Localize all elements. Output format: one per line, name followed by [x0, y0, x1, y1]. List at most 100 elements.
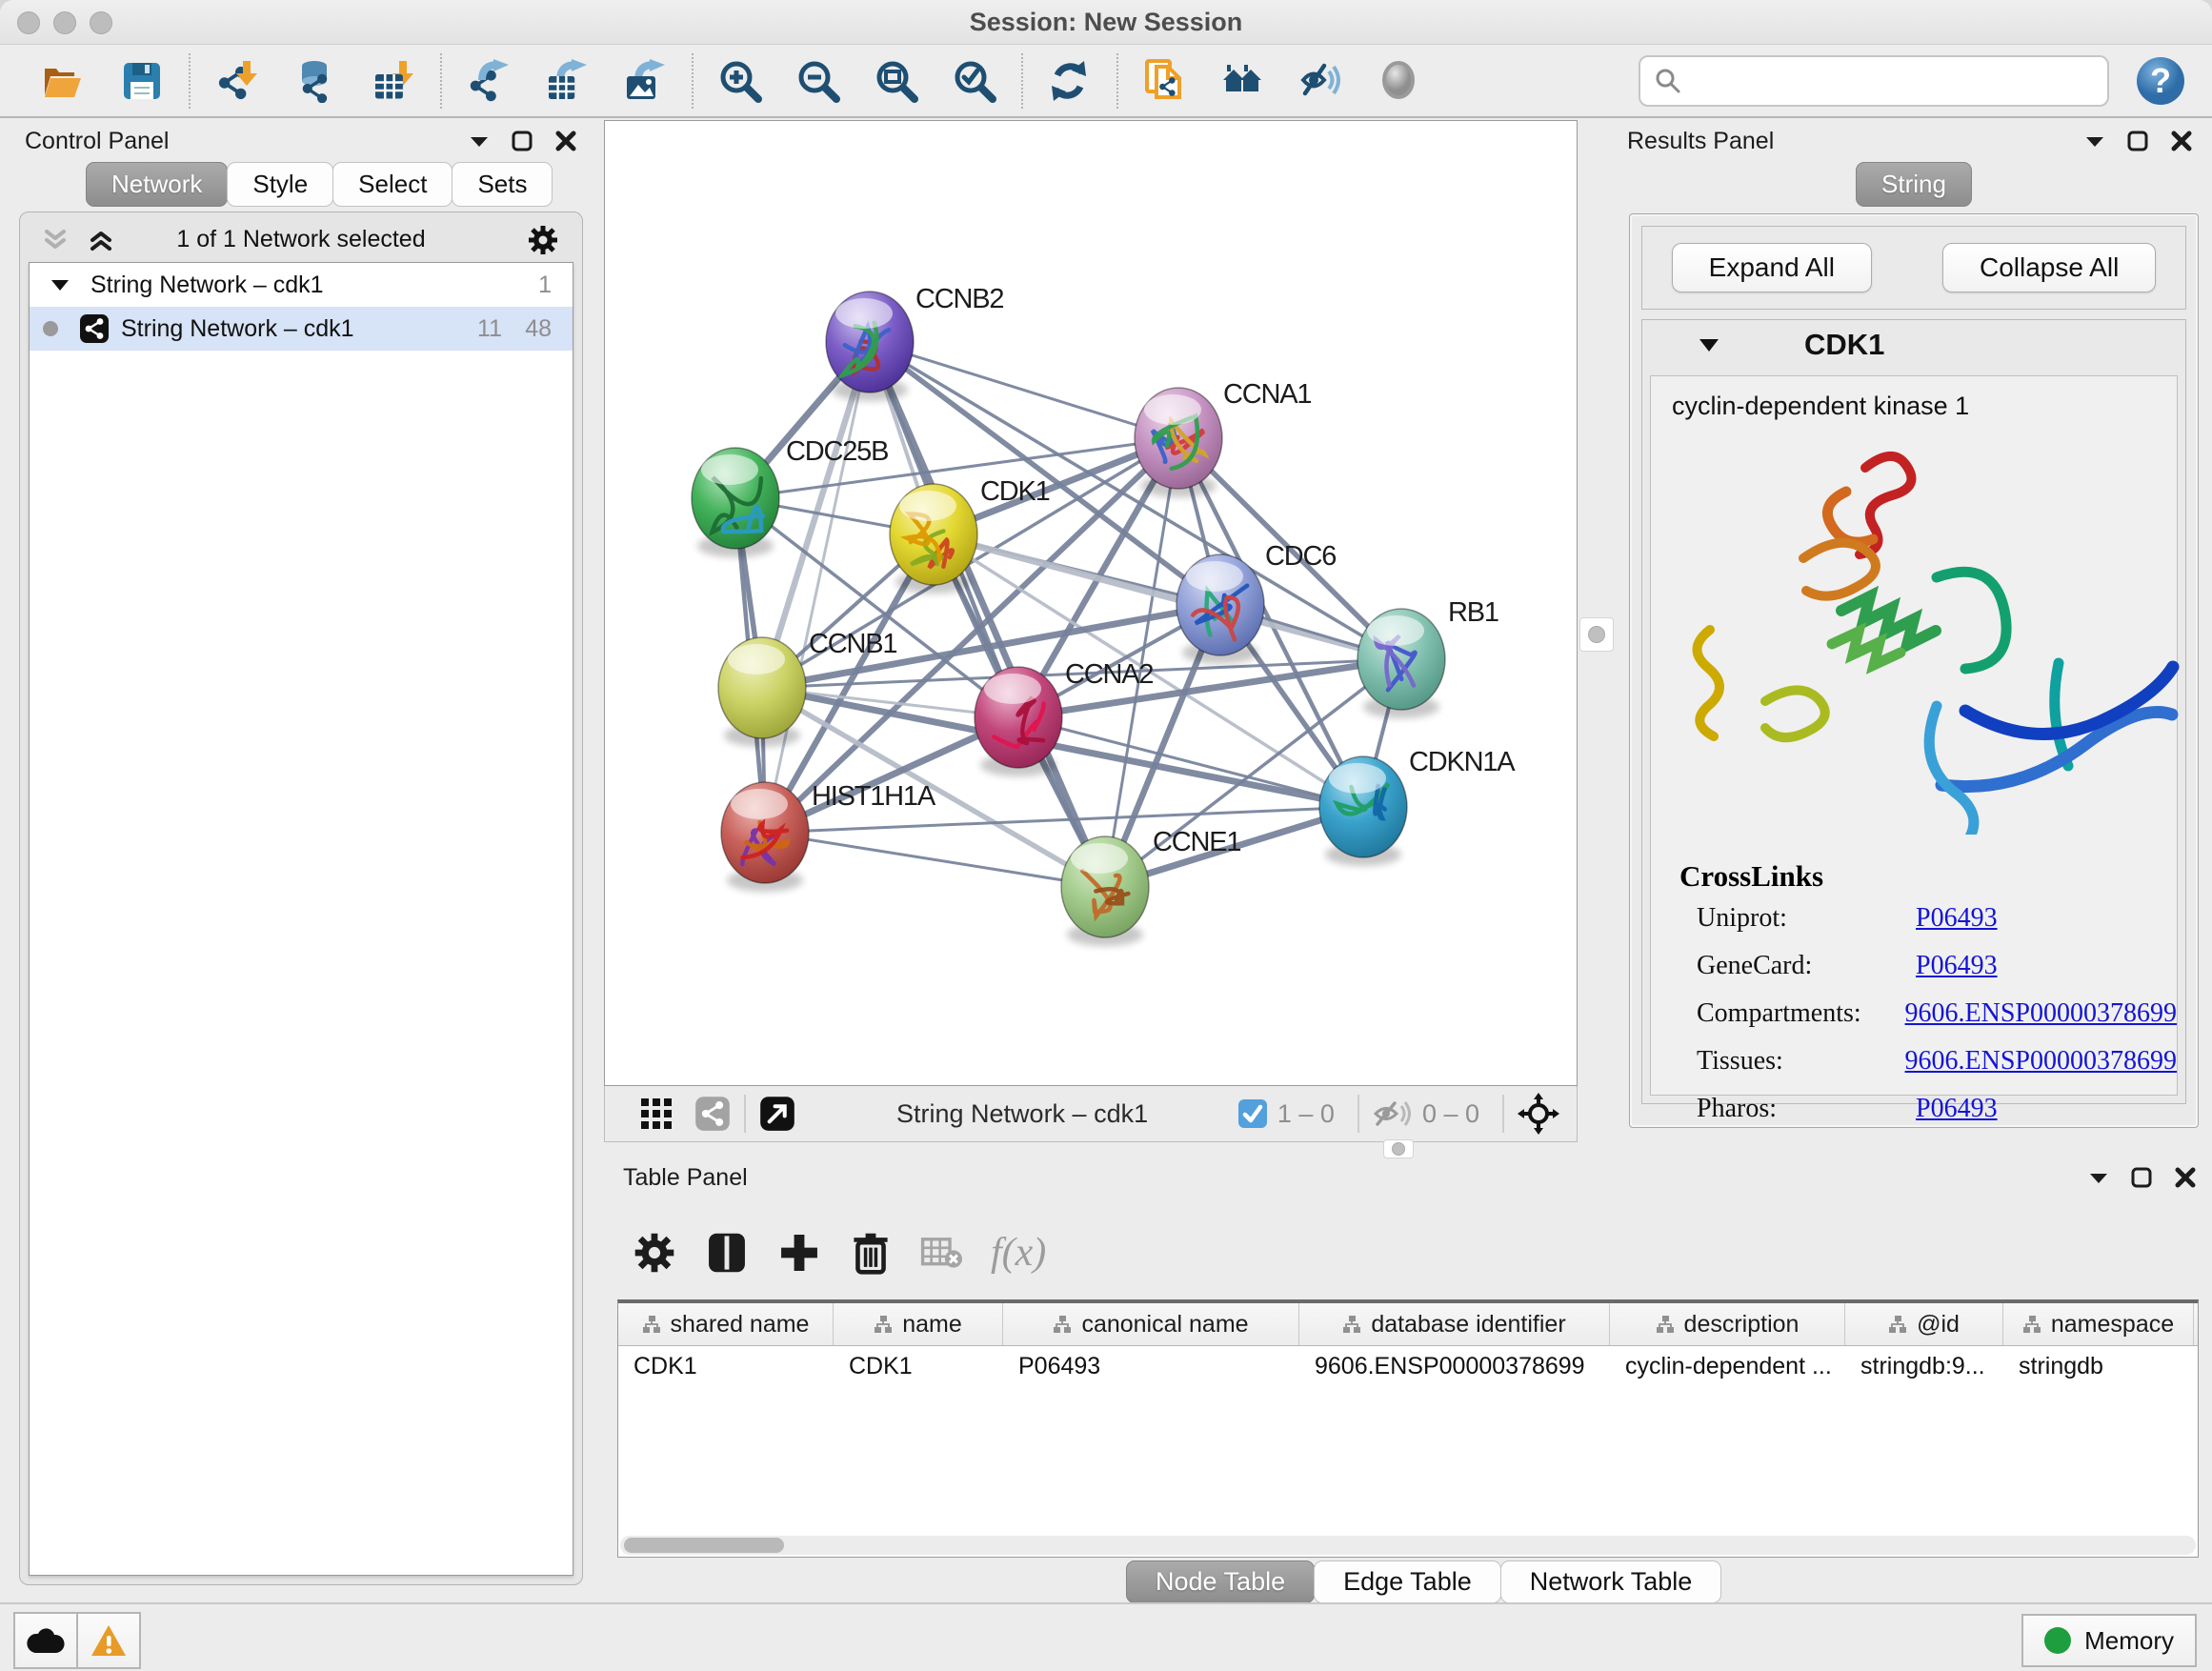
- float-panel-icon[interactable]: [2126, 130, 2149, 152]
- crosslink-row: GeneCard: P06493: [1697, 951, 2177, 981]
- column-header-@id[interactable]: @id: [1845, 1303, 2003, 1345]
- crosslink-link[interactable]: 9606.ENSP00000378699: [1905, 1046, 2177, 1077]
- crosslink-link[interactable]: P06493: [1916, 1094, 1998, 1124]
- export-network-button[interactable]: [450, 50, 528, 111]
- table-horizontal-scrollbar[interactable]: [620, 1536, 2196, 1555]
- tab-network[interactable]: Network: [86, 162, 228, 207]
- tab-network-table[interactable]: Network Table: [1500, 1560, 1722, 1603]
- hide-show-button[interactable]: [1282, 50, 1360, 111]
- column-label: description: [1684, 1311, 1800, 1339]
- vertical-splitter[interactable]: [1578, 120, 1619, 1141]
- edge-CCNB2-CCNA1[interactable]: [870, 342, 1178, 438]
- export-image-icon: [623, 59, 667, 103]
- import-network-from-database-button[interactable]: [276, 50, 354, 111]
- search-input[interactable]: [1692, 65, 2094, 96]
- home-view-icon: [1221, 59, 1265, 103]
- panel-menu-icon[interactable]: [2088, 1171, 2109, 1184]
- float-panel-icon[interactable]: [2130, 1166, 2153, 1189]
- tab-style[interactable]: Style: [227, 162, 333, 207]
- zoom-selected-button[interactable]: [935, 50, 1014, 111]
- crosslink-link[interactable]: P06493: [1916, 903, 1998, 934]
- column-header-database-identifier[interactable]: database identifier: [1299, 1303, 1610, 1345]
- save-session-button[interactable]: [103, 50, 181, 111]
- search-box[interactable]: [1639, 55, 2109, 107]
- table-settings-gear-icon[interactable]: [633, 1231, 676, 1275]
- protein-description: cyclin-dependent kinase 1: [1651, 376, 2177, 421]
- selected-checkbox-icon[interactable]: [1237, 1098, 1268, 1129]
- network-options-gear-icon[interactable]: [527, 224, 559, 256]
- table-cell[interactable]: cyclin-dependent ...: [1610, 1346, 1845, 1388]
- horizontal-splitter-grip[interactable]: [1383, 1139, 1414, 1158]
- tab-select[interactable]: Select: [332, 162, 452, 207]
- zoom-in-icon: [718, 59, 762, 103]
- panel-menu-icon[interactable]: [2084, 134, 2105, 148]
- node-CCNB2[interactable]: CCNB2: [826, 284, 1003, 401]
- tab-edge-table[interactable]: Edge Table: [1314, 1560, 1501, 1603]
- close-panel-icon[interactable]: [2174, 1166, 2197, 1189]
- zoom-fit-button[interactable]: [857, 50, 935, 111]
- crosslink-label: Tissues:: [1697, 1046, 1905, 1077]
- create-column-plus-icon[interactable]: [777, 1231, 821, 1275]
- expand-all-button[interactable]: Expand All: [1672, 243, 1872, 292]
- table-cell[interactable]: stringdb:9...: [1845, 1346, 2003, 1388]
- table-cell[interactable]: CDK1: [618, 1346, 834, 1388]
- zoom-in-button[interactable]: [701, 50, 779, 111]
- import-table-from-file-button[interactable]: [354, 50, 432, 111]
- column-header-namespace[interactable]: namespace: [2003, 1303, 2194, 1345]
- cloud-button[interactable]: [13, 1612, 78, 1669]
- close-panel-icon[interactable]: [554, 130, 577, 152]
- zoom-out-button[interactable]: [779, 50, 857, 111]
- tab-string[interactable]: String: [1856, 162, 1972, 207]
- delete-column-trash-icon[interactable]: [850, 1231, 892, 1275]
- column-header-name[interactable]: name: [834, 1303, 1003, 1345]
- collapse-all-button[interactable]: Collapse All: [1942, 243, 2156, 292]
- edge-CCNB2-HIST1H1A[interactable]: [765, 342, 870, 833]
- duplicate-network-button[interactable]: [1126, 50, 1204, 111]
- scrollbar-thumb[interactable]: [624, 1538, 784, 1553]
- export-table-button[interactable]: [528, 50, 606, 111]
- import-network-from-file-button[interactable]: [198, 50, 276, 111]
- crosslink-row: Compartments: 9606.ENSP00000378699: [1697, 998, 2177, 1029]
- node-HIST1H1A[interactable]: HIST1H1A: [721, 781, 936, 892]
- network-row-selected[interactable]: String Network – cdk1 11 48: [30, 307, 573, 351]
- grid-view-icon[interactable]: [639, 1097, 674, 1131]
- crosslink-link[interactable]: 9606.ENSP00000378699: [1905, 998, 2177, 1029]
- float-panel-icon[interactable]: [511, 130, 533, 152]
- toolbar-separator: [1116, 53, 1118, 109]
- network-collection-row[interactable]: String Network – cdk1 1: [30, 263, 573, 307]
- hidden-eye-icon[interactable]: [1373, 1098, 1413, 1129]
- column-header-description[interactable]: description: [1610, 1303, 1845, 1345]
- close-panel-icon[interactable]: [2170, 130, 2193, 152]
- show-columns-icon[interactable]: [705, 1231, 749, 1275]
- crosslink-link[interactable]: P06493: [1916, 951, 1998, 981]
- node-CCNE1[interactable]: CCNE1: [1061, 827, 1240, 946]
- network-view-share-icon[interactable]: [694, 1096, 731, 1132]
- panel-menu-icon[interactable]: [469, 134, 490, 148]
- help-button[interactable]: ?: [2134, 54, 2187, 108]
- table-row[interactable]: CDK1CDK1P064939606.ENSP00000378699cyclin…: [618, 1346, 2198, 1388]
- node-CDC6[interactable]: CDC6: [1176, 541, 1336, 664]
- table-cell[interactable]: P06493: [1003, 1346, 1299, 1388]
- home-view-button[interactable]: [1204, 50, 1282, 111]
- network-canvas[interactable]: CCNB2 CCNA1 CDC25B CDK1 CDC6 RB1 CCNB1 C…: [604, 120, 1578, 1086]
- column-header-shared-name[interactable]: shared name: [618, 1303, 834, 1345]
- collapse-caret-icon[interactable]: [50, 278, 70, 292]
- open-file-button[interactable]: [25, 50, 103, 111]
- section-caret-icon[interactable]: [1698, 337, 1720, 352]
- splitter-grip[interactable]: [1579, 617, 1614, 652]
- tab-sets[interactable]: Sets: [452, 162, 553, 207]
- refresh-network-button[interactable]: [1031, 50, 1109, 111]
- column-header-canonical-name[interactable]: canonical name: [1003, 1303, 1299, 1345]
- open-in-new-window-icon[interactable]: [759, 1096, 795, 1132]
- tab-node-table[interactable]: Node Table: [1126, 1560, 1315, 1603]
- table-cell[interactable]: CDK1: [834, 1346, 1003, 1388]
- table-cell[interactable]: stringdb: [2003, 1346, 2194, 1388]
- node-CDKN1A[interactable]: CDKN1A: [1319, 747, 1516, 866]
- warnings-button[interactable]: [76, 1612, 141, 1669]
- column-label: name: [902, 1311, 962, 1339]
- node-RB1[interactable]: RB1: [1357, 597, 1498, 718]
- table-cell[interactable]: 9606.ENSP00000378699: [1299, 1346, 1610, 1388]
- fit-selected-crosshair-icon[interactable]: [1518, 1093, 1559, 1135]
- memory-button[interactable]: Memory: [2021, 1614, 2197, 1667]
- export-image-button[interactable]: [606, 50, 684, 111]
